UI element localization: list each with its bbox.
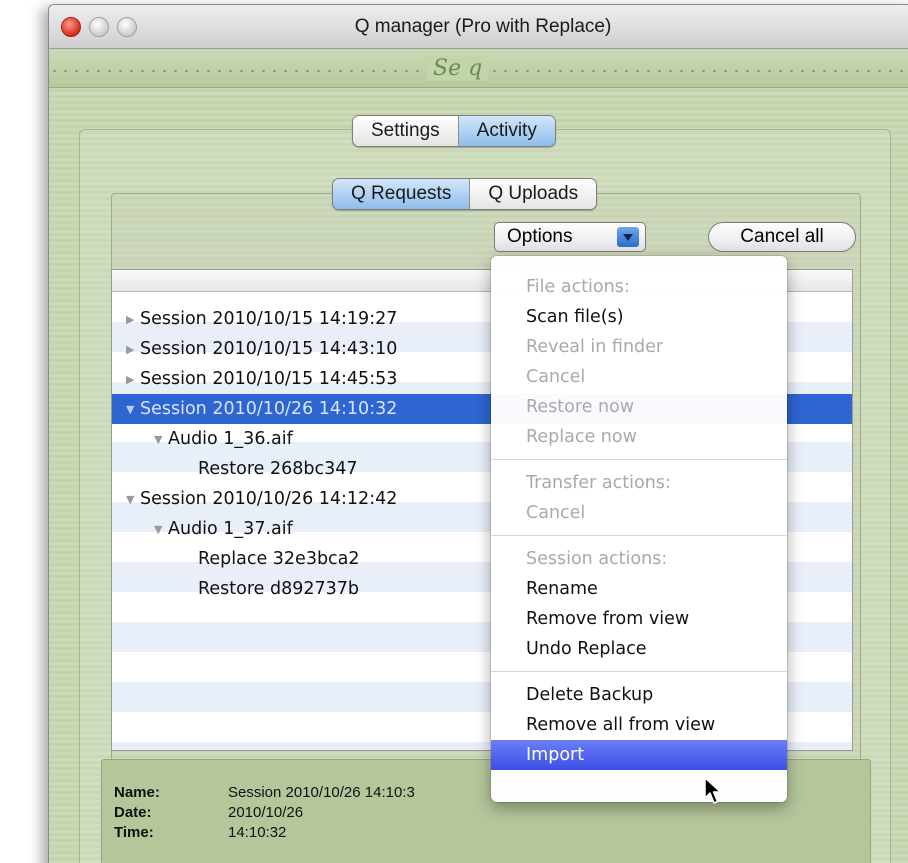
menu-item-rename[interactable]: Rename — [491, 574, 787, 604]
title-bar[interactable]: Q manager (Pro with Replace) — [49, 5, 908, 49]
options-popup-button[interactable]: Options — [494, 222, 646, 252]
options-dropdown-menu: File actions: Scan file(s) Reveal in fin… — [491, 256, 787, 802]
options-label: Options — [507, 226, 573, 247]
cancel-all-button[interactable]: Cancel all — [708, 222, 856, 252]
date-value: 2010/10/26 — [228, 804, 304, 821]
disclosure-collapsed-icon[interactable]: ▶ — [126, 305, 140, 335]
dropdown-arrow-icon — [617, 227, 639, 247]
menu-item-cancel-transfer: Cancel — [526, 503, 586, 523]
menu-item-remove-from-view[interactable]: Remove from view — [491, 604, 787, 634]
disclosure-collapsed-icon[interactable]: ▶ — [126, 335, 140, 365]
menu-item-restore-now: Restore now — [526, 397, 635, 417]
menu-item-replace-now: Replace now — [526, 427, 637, 447]
tab-activity[interactable]: Activity — [457, 116, 555, 146]
tab-q-requests[interactable]: Q Requests — [333, 179, 470, 209]
menu-item-delete-backup[interactable]: Delete Backup — [491, 680, 787, 710]
time-value: 14:10:32 — [228, 824, 287, 841]
menu-item-cancel-file: Cancel — [526, 367, 586, 387]
menu-item-scan-files[interactable]: Scan file(s) — [491, 302, 787, 332]
tab-q-uploads[interactable]: Q Uploads — [469, 179, 597, 209]
date-label: Date: — [114, 804, 152, 821]
mouse-pointer-icon — [704, 777, 722, 804]
time-label: Time: — [114, 824, 154, 841]
tab-settings[interactable]: Settings — [353, 116, 458, 146]
menu-header-session-actions: Session actions: — [526, 549, 668, 569]
app-logo: Se q — [427, 56, 489, 81]
name-label: Name: — [114, 784, 160, 801]
menu-separator — [491, 459, 787, 460]
name-value: Session 2010/10/26 14:10:3 — [228, 784, 415, 801]
main-tab-control: Settings Activity — [352, 115, 556, 147]
disclosure-collapsed-icon[interactable]: ▶ — [126, 365, 140, 395]
sub-tab-control: Q Requests Q Uploads — [332, 178, 598, 210]
disclosure-expanded-icon[interactable]: ▼ — [126, 485, 140, 515]
disclosure-expanded-icon[interactable]: ▼ — [154, 515, 168, 545]
disclosure-expanded-icon[interactable]: ▼ — [126, 395, 140, 425]
menu-item-import[interactable]: Import — [491, 740, 787, 770]
menu-item-remove-all-from-view[interactable]: Remove all from view — [491, 710, 787, 740]
disclosure-expanded-icon[interactable]: ▼ — [154, 425, 168, 455]
menu-item-undo-replace[interactable]: Undo Replace — [491, 634, 787, 664]
menu-item-reveal-in-finder: Reveal in finder — [526, 337, 664, 357]
menu-header-file-actions: File actions: — [526, 277, 630, 297]
window-title: Q manager (Pro with Replace) — [354, 16, 612, 37]
logo-strip: Se q — [49, 50, 908, 88]
menu-separator — [491, 671, 787, 672]
menu-separator — [491, 535, 787, 536]
menu-header-transfer-actions: Transfer actions: — [526, 473, 671, 493]
